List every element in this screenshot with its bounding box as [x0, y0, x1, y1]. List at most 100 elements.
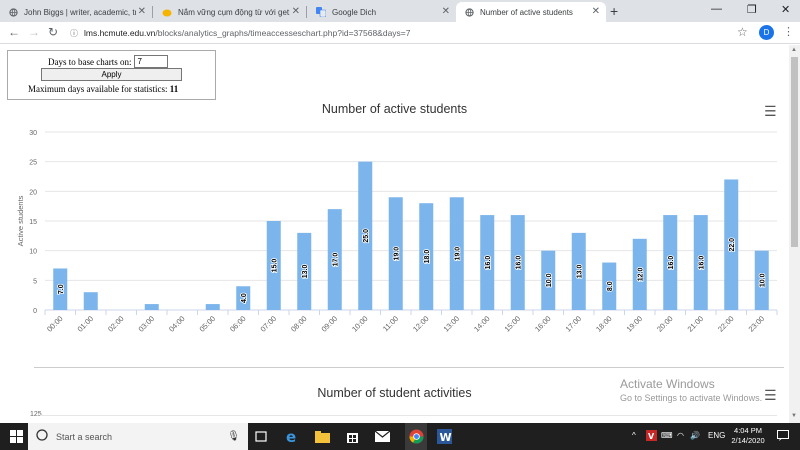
svg-text:e: e	[286, 429, 296, 444]
page-scrollbar[interactable]: ▲ ▼	[789, 45, 800, 423]
chart2-menu-icon[interactable]: ☰	[764, 387, 777, 404]
tab-get-phrasal[interactable]: Nắm vững cụm động từ với get; ✕	[154, 2, 306, 22]
tab-active-students[interactable]: Number of active students ✕	[456, 2, 606, 22]
data-label: 19.0	[454, 247, 461, 261]
globe-icon	[8, 7, 18, 17]
svg-text:V: V	[648, 432, 655, 441]
tab-google-dich[interactable]: Google Dich ✕	[308, 2, 456, 22]
y-tick-label: 30	[29, 130, 37, 137]
new-tab-icon[interactable]: +	[610, 3, 618, 19]
store-icon[interactable]	[344, 428, 361, 445]
data-label: 16.0	[515, 256, 522, 270]
data-label: 8.0	[607, 281, 614, 291]
notifications-icon[interactable]	[777, 430, 789, 443]
data-label: 4.0	[241, 293, 248, 303]
reload-icon[interactable]: ↻	[48, 25, 58, 39]
word-icon[interactable]: W	[436, 428, 453, 445]
file-explorer-icon[interactable]	[314, 428, 331, 445]
y-tick-label: 5	[33, 278, 37, 285]
x-tick-label: 05:00	[198, 314, 218, 334]
data-label: 15.0	[271, 259, 278, 273]
close-tab-icon[interactable]: ✕	[292, 6, 300, 17]
x-tick-label: 06:00	[228, 314, 248, 334]
minimize-icon[interactable]: —	[711, 3, 722, 15]
browser-menu-icon[interactable]: ⋮	[783, 25, 794, 38]
tab-separator	[152, 6, 153, 18]
translate-icon	[316, 7, 326, 17]
clock-date: 2/14/2020	[731, 436, 765, 445]
taskbar-search[interactable]: Start a search 🎙	[28, 423, 248, 450]
x-tick-label: 18:00	[594, 314, 614, 334]
y-tick-label: 20	[29, 189, 37, 196]
mail-icon[interactable]	[374, 428, 391, 445]
chart2-gridline	[40, 415, 777, 416]
x-tick-label: 01:00	[76, 314, 96, 334]
windows-start-icon[interactable]	[10, 430, 23, 446]
data-label: 19.0	[393, 247, 400, 261]
scroll-up-icon[interactable]: ▲	[791, 47, 797, 53]
edge-browser-icon[interactable]: e	[284, 428, 301, 445]
scroll-thumb[interactable]	[791, 57, 798, 247]
back-icon[interactable]: ←	[8, 25, 20, 39]
data-label: 13.0	[576, 265, 583, 279]
apply-button[interactable]: Apply	[41, 68, 182, 81]
x-tick-label: 00:00	[45, 314, 65, 334]
x-tick-label: 20:00	[655, 314, 675, 334]
data-label: 16.0	[668, 256, 675, 270]
x-tick-label: 07:00	[259, 314, 279, 334]
y-tick-label: 0	[33, 308, 37, 315]
chrome-icon[interactable]	[405, 423, 427, 450]
x-tick-label: 08:00	[289, 314, 309, 334]
bar	[205, 304, 220, 310]
tab-separator	[306, 6, 307, 18]
tab-john-biggs[interactable]: John Biggs | writer, academic, tra ✕	[0, 2, 152, 22]
tab-title: Number of active students	[480, 7, 573, 17]
x-tick-label: 19:00	[625, 314, 645, 334]
bar	[83, 292, 98, 310]
x-tick-label: 16:00	[533, 314, 553, 334]
data-label: 25.0	[363, 229, 370, 243]
language-indicator[interactable]: ENG	[708, 431, 725, 440]
close-tab-icon[interactable]: ✕	[592, 6, 600, 17]
vietnamese-ime-icon[interactable]: V	[646, 430, 657, 443]
scroll-down-icon[interactable]: ▼	[791, 413, 797, 419]
url-path: /blocks/analytics_graphs/timeaccessescha…	[155, 28, 411, 38]
x-tick-label: 12:00	[411, 314, 431, 334]
page-content: Days to base charts on: Apply Maximum da…	[0, 45, 789, 423]
show-hidden-icons-icon[interactable]: ^	[632, 431, 636, 440]
max-days-text: Maximum days available for statistics: 1…	[28, 84, 178, 94]
data-label: 12.0	[637, 267, 644, 281]
data-label: 17.0	[332, 253, 339, 267]
taskbar-clock[interactable]: 4:04 PM 2/14/2020	[728, 426, 768, 446]
info-icon[interactable]: ⓘ	[70, 28, 78, 39]
days-row: Days to base charts on:	[48, 55, 169, 68]
x-tick-label: 04:00	[167, 314, 187, 334]
tab-strip: John Biggs | writer, academic, tra ✕ Nắm…	[0, 0, 800, 22]
days-form: Days to base charts on: Apply Maximum da…	[7, 50, 216, 100]
max-days-label: Maximum days available for statistics:	[28, 84, 168, 94]
microphone-icon[interactable]: 🎙	[227, 431, 240, 442]
data-label: 16.0	[485, 256, 492, 270]
avatar[interactable]: D	[759, 25, 774, 40]
bar	[144, 304, 159, 310]
keyboard-icon[interactable]: ⌨	[661, 431, 673, 440]
close-window-icon[interactable]: ✕	[781, 3, 790, 16]
wifi-icon[interactable]: ◠	[677, 431, 684, 440]
close-tab-icon[interactable]: ✕	[442, 6, 450, 17]
task-view-icon[interactable]	[252, 428, 269, 445]
forward-icon[interactable]: →	[28, 25, 40, 39]
data-label: 7.0	[58, 284, 65, 294]
restore-icon[interactable]: ❐	[747, 3, 757, 16]
x-tick-label: 17:00	[564, 314, 584, 334]
x-tick-label: 21:00	[686, 314, 706, 334]
tab-title: John Biggs | writer, academic, tra	[24, 7, 136, 17]
x-tick-label: 11:00	[381, 314, 400, 333]
volume-icon[interactable]: 🔊	[690, 431, 700, 440]
days-input[interactable]	[134, 55, 169, 68]
address-bar[interactable]: ⓘ lms.hcmute.edu.vn/blocks/analytics_gra…	[70, 24, 760, 42]
close-tab-icon[interactable]: ✕	[138, 6, 146, 17]
chart-menu-icon[interactable]: ☰	[764, 103, 777, 120]
bookmark-star-icon[interactable]: ☆	[737, 25, 748, 39]
section-divider	[34, 367, 784, 368]
x-tick-label: 15:00	[503, 314, 523, 334]
